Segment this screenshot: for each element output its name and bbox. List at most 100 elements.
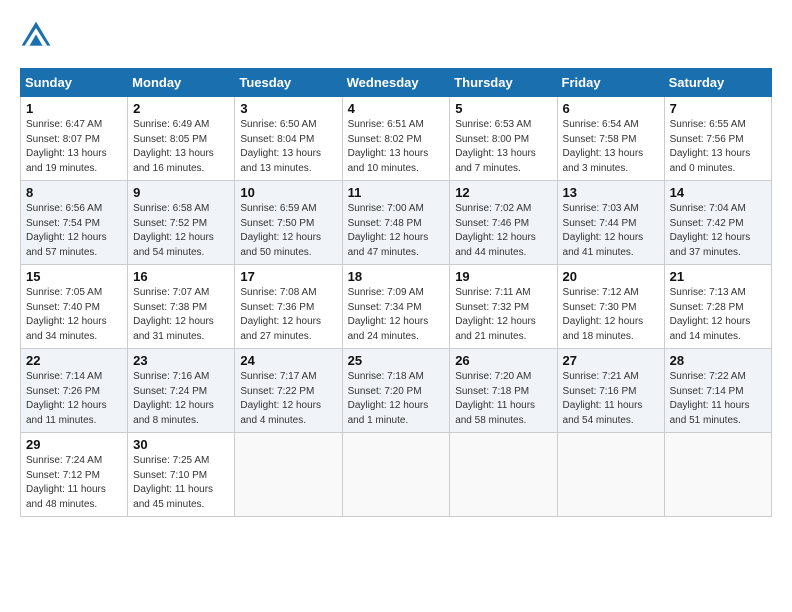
day-number: 17 xyxy=(240,269,336,284)
day-number: 29 xyxy=(26,437,122,452)
day-number: 6 xyxy=(563,101,659,116)
day-number: 15 xyxy=(26,269,122,284)
day-info: Sunrise: 7:02 AMSunset: 7:46 PMDaylight:… xyxy=(455,202,551,260)
calendar-cell xyxy=(557,433,664,517)
calendar-cell: 24 Sunrise: 7:17 AMSunset: 7:22 PMDayligh… xyxy=(235,349,342,433)
calendar-cell: 16Sunrise: 7:07 AMSunset: 7:38 PMDayligh… xyxy=(128,265,235,349)
calendar-cell xyxy=(342,433,450,517)
calendar-week-row: 29 Sunrise: 7:24 AMSunset: 7:12 PMDayligh… xyxy=(21,433,772,517)
calendar-cell: 28 Sunrise: 7:22 AMSunset: 7:14 PMDayligh… xyxy=(664,349,771,433)
day-info: Sunrise: 7:11 AMSunset: 7:32 PMDaylight:… xyxy=(455,286,551,344)
calendar-cell: 19 Sunrise: 7:11 AMSunset: 7:32 PMDayligh… xyxy=(450,265,557,349)
calendar-cell: 13 Sunrise: 7:03 AMSunset: 7:44 PMDayligh… xyxy=(557,181,664,265)
day-number: 8 xyxy=(26,185,122,200)
day-number: 20 xyxy=(563,269,659,284)
day-info: Sunrise: 7:03 AMSunset: 7:44 PMDaylight:… xyxy=(563,202,659,260)
calendar-header-tuesday: Tuesday xyxy=(235,69,342,97)
day-info: Sunrise: 7:07 AMSunset: 7:38 PMDaylight:… xyxy=(133,286,229,344)
day-number: 13 xyxy=(563,185,659,200)
calendar-cell: 5 Sunrise: 6:53 AMSunset: 8:00 PMDaylight… xyxy=(450,97,557,181)
day-number: 19 xyxy=(455,269,551,284)
day-number: 10 xyxy=(240,185,336,200)
calendar-cell: 18 Sunrise: 7:09 AMSunset: 7:34 PMDayligh… xyxy=(342,265,450,349)
day-info: Sunrise: 6:47 AMSunset: 8:07 PMDaylight:… xyxy=(26,118,122,176)
day-info: Sunrise: 6:55 AMSunset: 7:56 PMDaylight:… xyxy=(670,118,766,176)
day-info: Sunrise: 7:12 AMSunset: 7:30 PMDaylight:… xyxy=(563,286,659,344)
day-info: Sunrise: 6:56 AMSunset: 7:54 PMDaylight:… xyxy=(26,202,122,260)
calendar-cell: 30 Sunrise: 7:25 AMSunset: 7:10 PMDayligh… xyxy=(128,433,235,517)
calendar-week-row: 8 Sunrise: 6:56 AMSunset: 7:54 PMDaylight… xyxy=(21,181,772,265)
day-number: 2 xyxy=(133,101,229,116)
day-number: 26 xyxy=(455,353,551,368)
calendar-cell: 12 Sunrise: 7:02 AMSunset: 7:46 PMDayligh… xyxy=(450,181,557,265)
calendar-cell: 27 Sunrise: 7:21 AMSunset: 7:16 PMDayligh… xyxy=(557,349,664,433)
day-number: 23 xyxy=(133,353,229,368)
day-info: Sunrise: 6:58 AMSunset: 7:52 PMDaylight:… xyxy=(133,202,229,260)
calendar-header-row: SundayMondayTuesdayWednesdayThursdayFrid… xyxy=(21,69,772,97)
calendar-cell: 20 Sunrise: 7:12 AMSunset: 7:30 PMDayligh… xyxy=(557,265,664,349)
calendar-cell: 7Sunrise: 6:55 AMSunset: 7:56 PMDaylight… xyxy=(664,97,771,181)
day-number: 24 xyxy=(240,353,336,368)
day-number: 14 xyxy=(670,185,766,200)
calendar-cell xyxy=(235,433,342,517)
day-info: Sunrise: 6:50 AMSunset: 8:04 PMDaylight:… xyxy=(240,118,336,176)
day-info: Sunrise: 7:05 AMSunset: 7:40 PMDaylight:… xyxy=(26,286,122,344)
day-number: 1 xyxy=(26,101,122,116)
day-number: 11 xyxy=(348,185,445,200)
day-info: Sunrise: 6:59 AMSunset: 7:50 PMDaylight:… xyxy=(240,202,336,260)
day-number: 25 xyxy=(348,353,445,368)
day-info: Sunrise: 7:13 AMSunset: 7:28 PMDaylight:… xyxy=(670,286,766,344)
day-number: 18 xyxy=(348,269,445,284)
day-number: 27 xyxy=(563,353,659,368)
calendar-header-monday: Monday xyxy=(128,69,235,97)
day-info: Sunrise: 7:20 AMSunset: 7:18 PMDaylight:… xyxy=(455,370,551,428)
calendar-week-row: 15 Sunrise: 7:05 AMSunset: 7:40 PMDayligh… xyxy=(21,265,772,349)
calendar-cell xyxy=(664,433,771,517)
logo-icon xyxy=(20,20,52,52)
calendar-cell: 23 Sunrise: 7:16 AMSunset: 7:24 PMDayligh… xyxy=(128,349,235,433)
calendar-cell: 26 Sunrise: 7:20 AMSunset: 7:18 PMDayligh… xyxy=(450,349,557,433)
day-number: 12 xyxy=(455,185,551,200)
calendar-cell: 8 Sunrise: 6:56 AMSunset: 7:54 PMDaylight… xyxy=(21,181,128,265)
calendar-cell: 22 Sunrise: 7:14 AMSunset: 7:26 PMDayligh… xyxy=(21,349,128,433)
day-number: 21 xyxy=(670,269,766,284)
calendar-header-thursday: Thursday xyxy=(450,69,557,97)
calendar-header-friday: Friday xyxy=(557,69,664,97)
calendar-header-sunday: Sunday xyxy=(21,69,128,97)
day-info: Sunrise: 7:14 AMSunset: 7:26 PMDaylight:… xyxy=(26,370,122,428)
page-header xyxy=(20,20,772,52)
day-info: Sunrise: 7:16 AMSunset: 7:24 PMDaylight:… xyxy=(133,370,229,428)
day-info: Sunrise: 6:54 AMSunset: 7:58 PMDaylight:… xyxy=(563,118,659,176)
day-info: Sunrise: 6:51 AMSunset: 8:02 PMDaylight:… xyxy=(348,118,445,176)
calendar-cell: 6 Sunrise: 6:54 AMSunset: 7:58 PMDaylight… xyxy=(557,97,664,181)
day-info: Sunrise: 7:24 AMSunset: 7:12 PMDaylight:… xyxy=(26,454,122,512)
day-info: Sunrise: 7:08 AMSunset: 7:36 PMDaylight:… xyxy=(240,286,336,344)
day-number: 5 xyxy=(455,101,551,116)
day-info: Sunrise: 6:53 AMSunset: 8:00 PMDaylight:… xyxy=(455,118,551,176)
calendar-cell: 14Sunrise: 7:04 AMSunset: 7:42 PMDayligh… xyxy=(664,181,771,265)
calendar-table: SundayMondayTuesdayWednesdayThursdayFrid… xyxy=(20,68,772,517)
calendar-cell: 21 Sunrise: 7:13 AMSunset: 7:28 PMDayligh… xyxy=(664,265,771,349)
day-info: Sunrise: 7:09 AMSunset: 7:34 PMDaylight:… xyxy=(348,286,445,344)
calendar-header-saturday: Saturday xyxy=(664,69,771,97)
calendar-cell: 15 Sunrise: 7:05 AMSunset: 7:40 PMDayligh… xyxy=(21,265,128,349)
day-info: Sunrise: 7:25 AMSunset: 7:10 PMDaylight:… xyxy=(133,454,229,512)
day-number: 30 xyxy=(133,437,229,452)
day-info: Sunrise: 6:49 AMSunset: 8:05 PMDaylight:… xyxy=(133,118,229,176)
day-number: 9 xyxy=(133,185,229,200)
day-number: 3 xyxy=(240,101,336,116)
logo xyxy=(20,20,56,52)
calendar-cell: 11Sunrise: 7:00 AMSunset: 7:48 PMDayligh… xyxy=(342,181,450,265)
day-info: Sunrise: 7:22 AMSunset: 7:14 PMDaylight:… xyxy=(670,370,766,428)
day-number: 22 xyxy=(26,353,122,368)
calendar-cell: 25 Sunrise: 7:18 AMSunset: 7:20 PMDayligh… xyxy=(342,349,450,433)
calendar-cell: 3 Sunrise: 6:50 AMSunset: 8:04 PMDaylight… xyxy=(235,97,342,181)
calendar-cell: 29 Sunrise: 7:24 AMSunset: 7:12 PMDayligh… xyxy=(21,433,128,517)
calendar-cell: 1 Sunrise: 6:47 AMSunset: 8:07 PMDaylight… xyxy=(21,97,128,181)
calendar-cell: 17 Sunrise: 7:08 AMSunset: 7:36 PMDayligh… xyxy=(235,265,342,349)
day-number: 28 xyxy=(670,353,766,368)
calendar-cell: 10 Sunrise: 6:59 AMSunset: 7:50 PMDayligh… xyxy=(235,181,342,265)
day-info: Sunrise: 7:21 AMSunset: 7:16 PMDaylight:… xyxy=(563,370,659,428)
day-info: Sunrise: 7:18 AMSunset: 7:20 PMDaylight:… xyxy=(348,370,445,428)
day-info: Sunrise: 7:17 AMSunset: 7:22 PMDaylight:… xyxy=(240,370,336,428)
